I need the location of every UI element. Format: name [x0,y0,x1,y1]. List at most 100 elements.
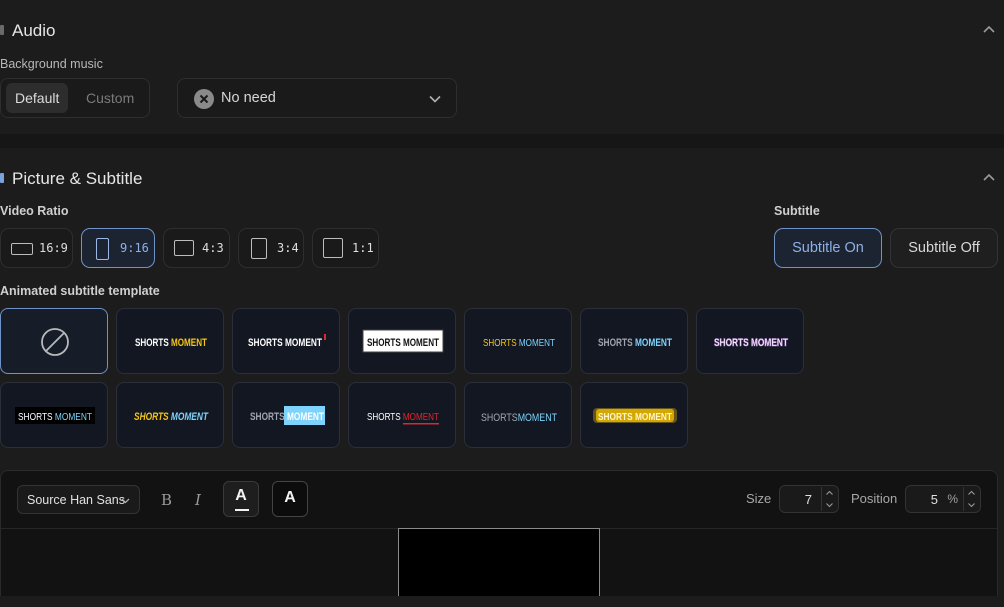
template-11[interactable]: SHORTSMOMENT [464,382,572,448]
ratio-label: 4:3 [202,241,224,255]
music-mode-toggle: Default Custom [0,78,150,118]
ratio-9-16-button[interactable]: 9:16 [81,228,155,268]
font-family-value: Source Han Sans [27,493,125,507]
chevron-down-icon[interactable] [964,499,979,511]
font-family-select[interactable]: Source Han Sans [17,485,140,514]
template-word: MOMENT [171,337,207,349]
chevron-up-icon[interactable] [822,487,837,499]
template-12[interactable]: SHORTS MOMENT [580,382,688,448]
template-4[interactable]: SHORTS MOMENT [464,308,572,374]
background-color-icon: A [284,489,296,506]
template-word: SHORTS [598,337,633,349]
landscape-frame-icon [174,240,194,256]
landscape-frame-icon [11,243,33,255]
template-word: MOMENT [518,412,558,424]
background-music-select[interactable]: No need [177,78,457,118]
template-word: MOMENT [519,337,556,349]
template-word: SHORTS [134,411,169,423]
ratio-3-4-button[interactable]: 3:4 [238,228,304,268]
chevron-down-icon[interactable] [822,499,837,511]
ratio-1-1-button[interactable]: 1:1 [312,228,379,268]
position-value: 5 [930,492,938,507]
template-word: SHORTS [367,337,401,349]
background-music-value: No need [221,90,276,106]
audio-section: Audio Background music Default Custom No… [0,0,1004,134]
svg-text:SHORTSMOMENT: SHORTSMOMENT [481,412,557,424]
position-stepper[interactable]: 5 % [905,485,981,513]
audio-section-title: Audio [12,21,56,40]
svg-text:SHORTS MOMENT: SHORTS MOMENT [367,411,439,423]
template-6[interactable]: SHORTS MOMENT [696,308,804,374]
ratio-label: 9:16 [120,241,149,255]
ratio-16-9-button[interactable]: 16:9 [0,228,73,268]
template-word: SHORTS [598,411,633,423]
template-10[interactable]: SHORTS MOMENT [348,382,456,448]
template-word: MOMENT [403,337,439,349]
size-stepper[interactable]: 7 [779,485,839,513]
template-word: SHORTS [18,411,53,423]
template-none[interactable] [0,308,108,374]
template-word: MOMENT [287,411,324,423]
ratio-4-3-button[interactable]: 4:3 [163,228,230,268]
svg-text:SHORTS MOMENT: SHORTS MOMENT [598,337,672,349]
subtitle-label: Subtitle [774,204,820,218]
svg-text:SHORTS MOMENT: SHORTS MOMENT [248,337,322,349]
template-word: SHORTS [248,337,283,349]
no-template-icon [41,328,69,356]
ratio-label: 1:1 [352,241,374,255]
section-marker [0,25,4,35]
template-word: SHORTS [714,337,749,349]
size-value: 7 [804,492,812,507]
portrait-frame-icon [251,238,267,259]
portrait-frame-icon [96,238,109,260]
svg-text:SHORTS MOMENT: SHORTS MOMENT [18,411,92,423]
position-unit: % [947,492,958,506]
chevron-up-icon[interactable] [982,23,996,37]
template-word: SHORTS [367,411,401,423]
template-9[interactable]: SHORTS MOMENT [232,382,340,448]
background-music-label: Background music [0,57,103,71]
template-2[interactable]: SHORTS MOMENT [232,308,340,374]
template-word: SHORTS [481,412,518,424]
square-frame-icon [323,238,343,258]
picture-section-title: Picture & Subtitle [12,169,143,188]
ratio-label: 16:9 [39,241,68,255]
template-5[interactable]: SHORTS MOMENT [580,308,688,374]
subtitle-on-button[interactable]: Subtitle On [774,228,882,268]
music-mode-default[interactable]: Default [6,83,69,113]
template-7[interactable]: SHORTS MOMENT [0,382,108,448]
template-word: MOMENT [403,411,440,423]
chevron-up-icon[interactable] [982,171,996,185]
chevron-up-icon[interactable] [964,487,979,499]
italic-button[interactable]: I [195,491,201,509]
subtitle-off-button[interactable]: Subtitle Off [890,228,998,268]
size-label: Size [746,491,772,506]
template-word: MOMENT [285,337,322,349]
bold-button[interactable]: B [161,491,172,509]
subtitle-template-label: Animated subtitle template [0,284,160,298]
chevron-down-icon [121,498,130,504]
close-circle-icon [194,89,214,109]
chevron-down-icon [429,95,441,103]
position-label: Position [851,491,898,506]
music-mode-custom[interactable]: Custom [77,83,143,113]
ratio-label: 3:4 [277,241,299,255]
svg-text:SHORTS MOMENT: SHORTS MOMENT [483,337,555,349]
svg-text:SHORTS MOMENT: SHORTS MOMENT [134,411,209,423]
svg-text:SHORTS MOMENT: SHORTS MOMENT [714,337,788,349]
template-word: SHORTS [483,337,517,349]
template-1[interactable]: SHORTS MOMENT [116,308,224,374]
svg-text:SHORTS MOMENT: SHORTS MOMENT [598,411,672,423]
template-8[interactable]: SHORTS MOMENT [116,382,224,448]
template-word: MOMENT [751,337,788,349]
svg-text:SHORTS MOMENT: SHORTS MOMENT [135,337,207,349]
section-marker [0,173,4,183]
svg-text:SHORTS MOMENT: SHORTS MOMENT [250,411,324,423]
background-color-button[interactable]: A [272,481,308,517]
template-word: MOMENT [635,337,672,349]
video-ratio-label: Video Ratio [0,204,69,218]
template-3[interactable]: SHORTS MOMENT [348,308,456,374]
text-color-button[interactable]: A [223,481,259,517]
template-word: MOMENT [171,411,209,423]
template-word: SHORTS [135,337,169,349]
